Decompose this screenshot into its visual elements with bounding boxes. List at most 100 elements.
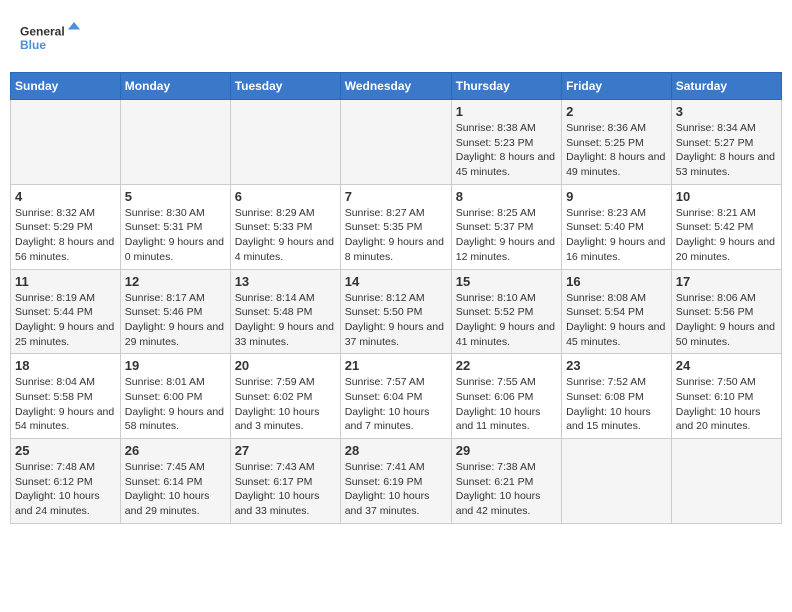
calendar-day-cell: 4Sunrise: 8:32 AM Sunset: 5:29 PM Daylig…: [11, 184, 121, 269]
day-info: Sunrise: 8:01 AM Sunset: 6:00 PM Dayligh…: [125, 375, 226, 434]
calendar-day-cell: 28 Sunrise: 7:41 AM Sunset: 6:19 PM Dayli…: [340, 439, 451, 524]
weekday-header-cell: Wednesday: [340, 73, 451, 100]
day-number: 20: [235, 358, 336, 373]
day-info: Sunrise: 7:45 AM Sunset: 6:14 PM Dayligh…: [125, 460, 226, 519]
calendar-week-row: 1 Sunrise: 8:38 AM Sunset: 5:23 PM Daylig…: [11, 100, 782, 185]
calendar-day-cell: 25 Sunrise: 7:48 AM Sunset: 6:12 PM Dayli…: [11, 439, 121, 524]
day-number: 7: [345, 189, 447, 204]
day-info: Sunrise: 8:30 AM Sunset: 5:31 PM Dayligh…: [125, 206, 226, 265]
day-info: Sunrise: 8:10 AM Sunset: 5:52 PM Dayligh…: [456, 291, 557, 350]
day-info: Sunrise: 7:55 AM Sunset: 6:06 PM Dayligh…: [456, 375, 557, 434]
calendar-day-cell: 3Sunrise: 8:34 AM Sunset: 5:27 PM Daylig…: [671, 100, 781, 185]
weekday-header-cell: Sunday: [11, 73, 121, 100]
day-number: 29: [456, 443, 557, 458]
day-info: Sunrise: 7:41 AM Sunset: 6:19 PM Dayligh…: [345, 460, 447, 519]
calendar-day-cell: 26 Sunrise: 7:45 AM Sunset: 6:14 PM Dayli…: [120, 439, 230, 524]
day-number: 14: [345, 274, 447, 289]
calendar-day-cell: 10 Sunrise: 8:21 AM Sunset: 5:42 PM Dayli…: [671, 184, 781, 269]
calendar-day-cell: [230, 100, 340, 185]
calendar-day-cell: 9 Sunrise: 8:23 AM Sunset: 5:40 PM Daylig…: [562, 184, 672, 269]
calendar-day-cell: 24 Sunrise: 7:50 AM Sunset: 6:10 PM Dayli…: [671, 354, 781, 439]
calendar-day-cell: 19 Sunrise: 8:01 AM Sunset: 6:00 PM Dayli…: [120, 354, 230, 439]
day-info: Sunrise: 7:57 AM Sunset: 6:04 PM Dayligh…: [345, 375, 447, 434]
day-number: 15: [456, 274, 557, 289]
logo: General Blue: [20, 15, 80, 59]
calendar-week-row: 11 Sunrise: 8:19 AM Sunset: 5:44 PM Dayli…: [11, 269, 782, 354]
day-info: Sunrise: 8:32 AM Sunset: 5:29 PM Dayligh…: [15, 206, 116, 265]
day-number: 10: [676, 189, 777, 204]
day-info: Sunrise: 8:25 AM Sunset: 5:37 PM Dayligh…: [456, 206, 557, 265]
day-number: 18: [15, 358, 116, 373]
calendar-table: SundayMondayTuesdayWednesdayThursdayFrid…: [10, 72, 782, 524]
day-number: 6: [235, 189, 336, 204]
calendar-day-cell: 2 Sunrise: 8:36 AM Sunset: 5:25 PM Daylig…: [562, 100, 672, 185]
day-number: 26: [125, 443, 226, 458]
day-number: 25: [15, 443, 116, 458]
logo-icon: General Blue: [20, 15, 80, 59]
day-info: Sunrise: 8:04 AM Sunset: 5:58 PM Dayligh…: [15, 375, 116, 434]
calendar-day-cell: [120, 100, 230, 185]
day-info: Sunrise: 8:38 AM Sunset: 5:23 PM Dayligh…: [456, 121, 557, 180]
calendar-day-cell: 29 Sunrise: 7:38 AM Sunset: 6:21 PM Dayli…: [451, 439, 561, 524]
day-number: 19: [125, 358, 226, 373]
day-number: 11: [15, 274, 116, 289]
svg-text:General: General: [20, 25, 65, 39]
day-info: Sunrise: 8:06 AM Sunset: 5:56 PM Dayligh…: [676, 291, 777, 350]
day-number: 1: [456, 104, 557, 119]
calendar-day-cell: 27 Sunrise: 7:43 AM Sunset: 6:17 PM Dayli…: [230, 439, 340, 524]
calendar-day-cell: [11, 100, 121, 185]
page-header: General Blue: [10, 10, 782, 64]
calendar-day-cell: 18 Sunrise: 8:04 AM Sunset: 5:58 PM Dayli…: [11, 354, 121, 439]
weekday-header-cell: Tuesday: [230, 73, 340, 100]
day-info: Sunrise: 8:21 AM Sunset: 5:42 PM Dayligh…: [676, 206, 777, 265]
calendar-day-cell: 16 Sunrise: 8:08 AM Sunset: 5:54 PM Dayli…: [562, 269, 672, 354]
day-info: Sunrise: 8:36 AM Sunset: 5:25 PM Dayligh…: [566, 121, 667, 180]
day-number: 2: [566, 104, 667, 119]
day-number: 21: [345, 358, 447, 373]
day-number: 24: [676, 358, 777, 373]
weekday-header-cell: Friday: [562, 73, 672, 100]
calendar-day-cell: 17 Sunrise: 8:06 AM Sunset: 5:56 PM Dayli…: [671, 269, 781, 354]
day-info: Sunrise: 7:48 AM Sunset: 6:12 PM Dayligh…: [15, 460, 116, 519]
day-info: Sunrise: 7:52 AM Sunset: 6:08 PM Dayligh…: [566, 375, 667, 434]
calendar-day-cell: [340, 100, 451, 185]
calendar-day-cell: 23 Sunrise: 7:52 AM Sunset: 6:08 PM Dayli…: [562, 354, 672, 439]
day-number: 28: [345, 443, 447, 458]
day-number: 22: [456, 358, 557, 373]
day-info: Sunrise: 7:50 AM Sunset: 6:10 PM Dayligh…: [676, 375, 777, 434]
day-info: Sunrise: 7:59 AM Sunset: 6:02 PM Dayligh…: [235, 375, 336, 434]
day-info: Sunrise: 7:43 AM Sunset: 6:17 PM Dayligh…: [235, 460, 336, 519]
day-info: Sunrise: 8:34 AM Sunset: 5:27 PM Dayligh…: [676, 121, 777, 180]
day-info: Sunrise: 8:29 AM Sunset: 5:33 PM Dayligh…: [235, 206, 336, 265]
calendar-day-cell: 20 Sunrise: 7:59 AM Sunset: 6:02 PM Dayli…: [230, 354, 340, 439]
day-number: 27: [235, 443, 336, 458]
calendar-day-cell: 22 Sunrise: 7:55 AM Sunset: 6:06 PM Dayli…: [451, 354, 561, 439]
day-info: Sunrise: 8:27 AM Sunset: 5:35 PM Dayligh…: [345, 206, 447, 265]
calendar-day-cell: 5 Sunrise: 8:30 AM Sunset: 5:31 PM Daylig…: [120, 184, 230, 269]
day-info: Sunrise: 8:08 AM Sunset: 5:54 PM Dayligh…: [566, 291, 667, 350]
calendar-day-cell: 1 Sunrise: 8:38 AM Sunset: 5:23 PM Daylig…: [451, 100, 561, 185]
day-info: Sunrise: 8:14 AM Sunset: 5:48 PM Dayligh…: [235, 291, 336, 350]
calendar-week-row: 4Sunrise: 8:32 AM Sunset: 5:29 PM Daylig…: [11, 184, 782, 269]
day-number: 5: [125, 189, 226, 204]
calendar-day-cell: [562, 439, 672, 524]
calendar-day-cell: 7 Sunrise: 8:27 AM Sunset: 5:35 PM Daylig…: [340, 184, 451, 269]
svg-text:Blue: Blue: [20, 38, 46, 52]
day-info: Sunrise: 8:17 AM Sunset: 5:46 PM Dayligh…: [125, 291, 226, 350]
calendar-week-row: 18 Sunrise: 8:04 AM Sunset: 5:58 PM Dayli…: [11, 354, 782, 439]
day-number: 17: [676, 274, 777, 289]
day-info: Sunrise: 8:19 AM Sunset: 5:44 PM Dayligh…: [15, 291, 116, 350]
weekday-header-cell: Thursday: [451, 73, 561, 100]
calendar-day-cell: 15 Sunrise: 8:10 AM Sunset: 5:52 PM Dayli…: [451, 269, 561, 354]
calendar-week-row: 25 Sunrise: 7:48 AM Sunset: 6:12 PM Dayli…: [11, 439, 782, 524]
day-info: Sunrise: 7:38 AM Sunset: 6:21 PM Dayligh…: [456, 460, 557, 519]
day-info: Sunrise: 8:12 AM Sunset: 5:50 PM Dayligh…: [345, 291, 447, 350]
day-info: Sunrise: 8:23 AM Sunset: 5:40 PM Dayligh…: [566, 206, 667, 265]
day-number: 9: [566, 189, 667, 204]
calendar-day-cell: 21 Sunrise: 7:57 AM Sunset: 6:04 PM Dayli…: [340, 354, 451, 439]
calendar-day-cell: 14 Sunrise: 8:12 AM Sunset: 5:50 PM Dayli…: [340, 269, 451, 354]
day-number: 23: [566, 358, 667, 373]
calendar-day-cell: 11 Sunrise: 8:19 AM Sunset: 5:44 PM Dayli…: [11, 269, 121, 354]
day-number: 16: [566, 274, 667, 289]
calendar-day-cell: 6 Sunrise: 8:29 AM Sunset: 5:33 PM Daylig…: [230, 184, 340, 269]
